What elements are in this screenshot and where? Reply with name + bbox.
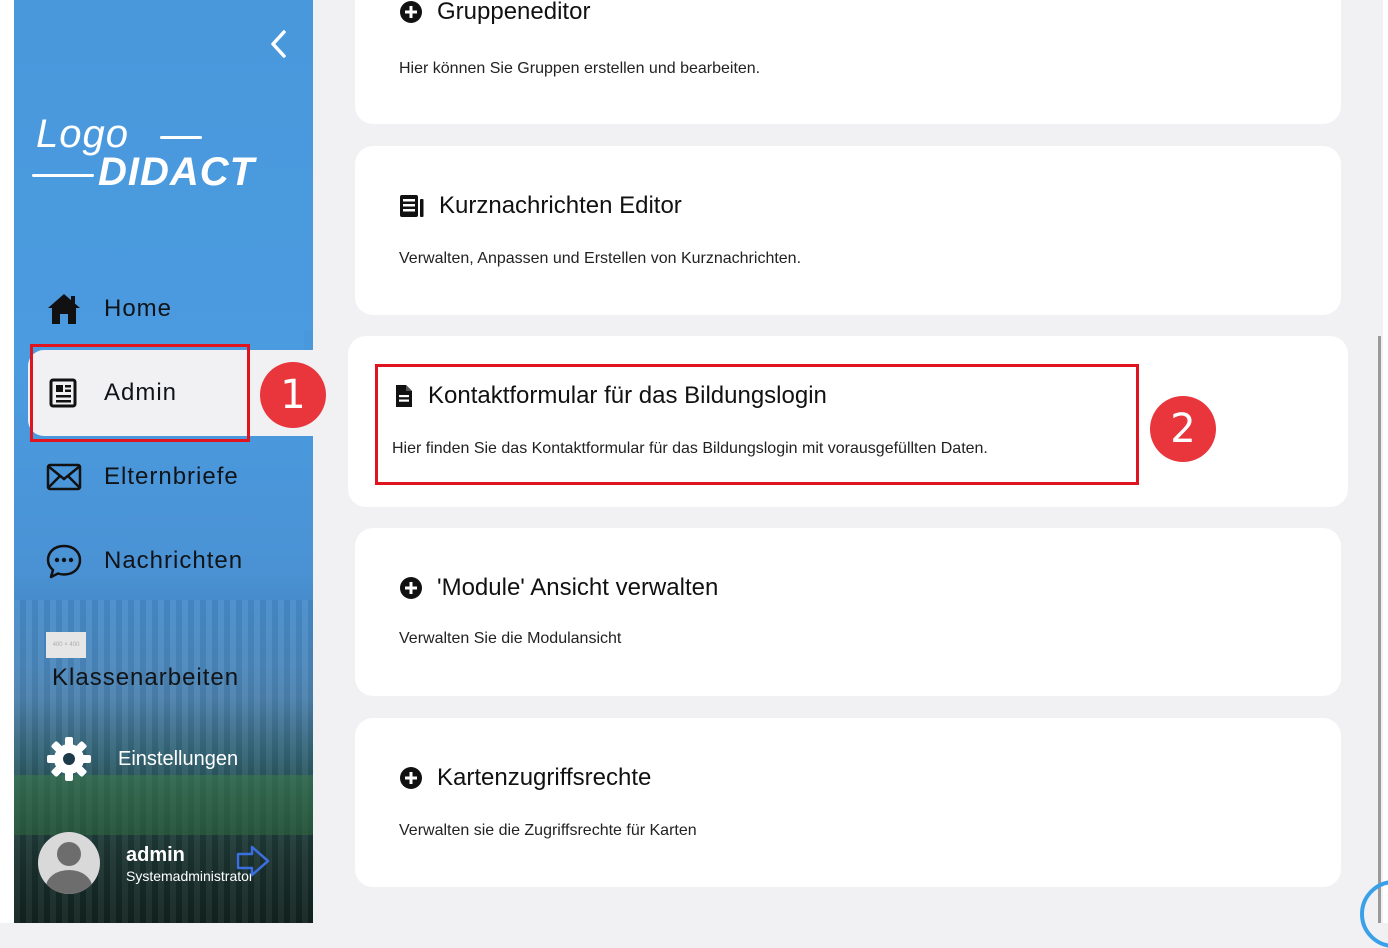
card-description: Verwalten sie die Zugriffsrechte für Kar…: [399, 822, 697, 839]
settings-label: Einstellungen: [118, 747, 239, 770]
sidebar-item-label: Nachrichten: [104, 547, 244, 574]
card-title: Kartenzugriffsrechte: [437, 764, 652, 791]
avatar: [38, 832, 100, 894]
card-kurznachrichten-editor[interactable]: Kurznachrichten Editor Verwalten, Anpass…: [355, 146, 1341, 315]
chevron-left-icon: [271, 30, 286, 58]
sidebar-item-klassenarbeiten[interactable]: Klassenarbeiten: [52, 664, 239, 692]
chat-bubble-icon: [44, 541, 84, 581]
plus-circle-icon: [400, 577, 422, 599]
sidebar-item-elternbriefe[interactable]: Elternbriefe: [28, 446, 258, 508]
card-gruppeneditor[interactable]: Gruppeneditor Hier können Sie Gruppen er…: [355, 0, 1341, 124]
card-description: Verwalten Sie die Modulansicht: [399, 630, 622, 647]
card-title-row: Gruppeneditor: [399, 0, 590, 26]
gear-icon: [47, 737, 91, 781]
card-title: 'Module' Ansicht verwalten: [437, 574, 719, 601]
home-icon: [44, 289, 84, 329]
card-title-row: Kurznachrichten Editor: [399, 192, 682, 220]
card-title-row: Kartenzugriffsrechte: [399, 764, 651, 792]
card-description: Hier können Sie Gruppen erstellen und be…: [399, 60, 761, 77]
newspaper-icon: [400, 195, 424, 217]
sidebar-item-settings[interactable]: Einstellungen: [44, 734, 238, 784]
plus-circle-icon: [400, 767, 422, 789]
sidebar: Logo DIDACT Home Admin Elternbriefe Nach…: [14, 0, 313, 923]
logo-bar: [160, 136, 202, 139]
card-kartenzugriffsrechte[interactable]: Kartenzugriffsrechte Verwalten sie die Z…: [355, 718, 1341, 887]
right-margin: [1383, 0, 1388, 923]
annotation-badge-1: 1: [260, 362, 326, 428]
pitch-background: [14, 775, 313, 835]
active-tab-connector: [304, 330, 313, 350]
loading-indicator: [1360, 880, 1388, 948]
sidebar-item-label: Elternbriefe: [104, 463, 239, 490]
highlight-box-admin: [30, 344, 250, 442]
user-name: admin: [126, 844, 185, 866]
placeholder-image: 400 × 400: [46, 632, 86, 658]
left-margin: [0, 0, 14, 923]
logo-bar: [32, 174, 94, 177]
card-title: Kurznachrichten Editor: [439, 192, 682, 219]
sidebar-collapse-button[interactable]: [264, 26, 294, 62]
scrollbar[interactable]: [1378, 336, 1381, 923]
active-tab-connector: [304, 436, 313, 456]
logo-line2: DIDACT: [98, 150, 256, 194]
plus-circle-icon: [400, 1, 422, 23]
logo: Logo DIDACT: [32, 112, 292, 194]
card-title-row: 'Module' Ansicht verwalten: [399, 574, 718, 602]
envelope-icon: [44, 457, 84, 497]
logout-button[interactable]: [234, 844, 274, 883]
user-profile[interactable]: admin Systemadministrator: [38, 828, 308, 898]
sidebar-item-label: Home: [104, 295, 173, 322]
logout-icon: [236, 845, 270, 877]
highlight-box-kontaktformular: [375, 364, 1139, 485]
card-module-ansicht[interactable]: 'Module' Ansicht verwalten Verwalten Sie…: [355, 528, 1341, 696]
card-title: Gruppeneditor: [437, 0, 591, 25]
annotation-badge-2: 2: [1150, 396, 1216, 462]
sidebar-item-nachrichten[interactable]: Nachrichten: [28, 530, 258, 592]
card-description: Verwalten, Anpassen und Erstellen von Ku…: [399, 250, 802, 267]
sidebar-item-home[interactable]: Home: [28, 278, 258, 340]
